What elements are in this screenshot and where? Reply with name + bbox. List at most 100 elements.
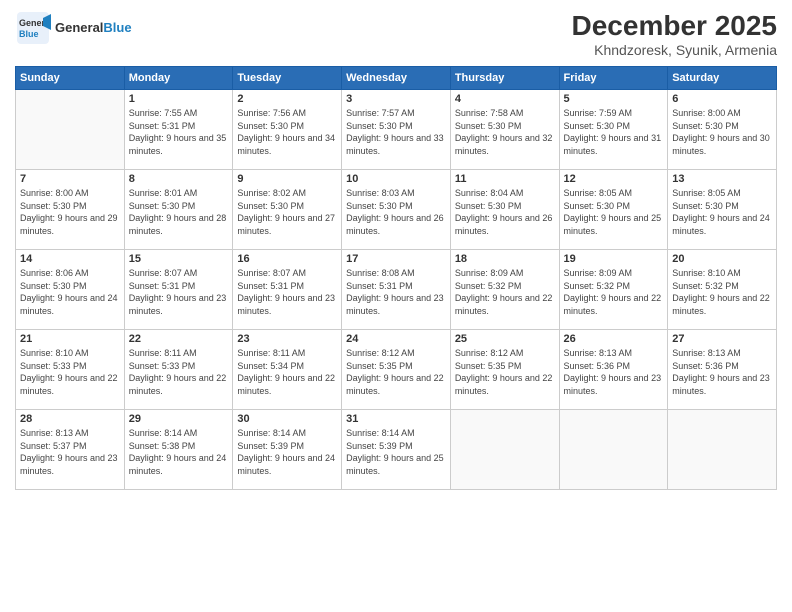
day-info: Sunrise: 8:00 AM Sunset: 5:30 PM Dayligh… — [672, 107, 772, 157]
day-number: 1 — [129, 93, 229, 105]
day-info: Sunrise: 8:13 AM Sunset: 5:36 PM Dayligh… — [672, 347, 772, 397]
day-number: 27 — [672, 333, 772, 345]
table-row: 6Sunrise: 8:00 AM Sunset: 5:30 PM Daylig… — [668, 90, 777, 170]
day-number: 20 — [672, 253, 772, 265]
day-info: Sunrise: 7:55 AM Sunset: 5:31 PM Dayligh… — [129, 107, 229, 157]
col-sunday: Sunday — [16, 67, 125, 90]
table-row: 1 Sunrise: 7:55 AM Sunset: 5:31 PM Daylig… — [124, 90, 233, 170]
calendar-week-row: 28Sunrise: 8:13 AM Sunset: 5:37 PM Dayli… — [16, 410, 777, 490]
col-monday: Monday — [124, 67, 233, 90]
day-number: 18 — [455, 253, 555, 265]
day-info: Sunrise: 8:09 AM Sunset: 5:32 PM Dayligh… — [455, 267, 555, 317]
day-number: 9 — [237, 173, 337, 185]
table-row: 18 Sunrise: 8:09 AM Sunset: 5:32 PM Dayli… — [450, 250, 559, 330]
header: General Blue GeneralBlue December 2025 K… — [15, 10, 777, 58]
table-row: 5 Sunrise: 7:59 AM Sunset: 5:30 PM Daylig… — [559, 90, 668, 170]
table-row: 26Sunrise: 8:13 AM Sunset: 5:36 PM Dayli… — [559, 330, 668, 410]
location-subtitle: Khndzoresk, Syunik, Armenia — [572, 42, 777, 58]
table-row — [668, 410, 777, 490]
day-number: 13 — [672, 173, 772, 185]
day-info: Sunrise: 8:08 AM Sunset: 5:31 PM Dayligh… — [346, 267, 446, 317]
svg-text:Blue: Blue — [19, 29, 39, 39]
day-number: 16 — [237, 253, 337, 265]
col-friday: Friday — [559, 67, 668, 90]
calendar-week-row: 1 Sunrise: 7:55 AM Sunset: 5:31 PM Daylig… — [16, 90, 777, 170]
day-info: Sunrise: 8:14 AM Sunset: 5:39 PM Dayligh… — [237, 427, 337, 477]
day-number: 3 — [346, 93, 446, 105]
day-number: 5 — [564, 93, 664, 105]
table-row: 29 Sunrise: 8:14 AM Sunset: 5:38 PM Dayli… — [124, 410, 233, 490]
calendar-table: Sunday Monday Tuesday Wednesday Thursday… — [15, 66, 777, 490]
col-saturday: Saturday — [668, 67, 777, 90]
table-row: 3 Sunrise: 7:57 AM Sunset: 5:30 PM Daylig… — [342, 90, 451, 170]
table-row: 25Sunrise: 8:12 AM Sunset: 5:35 PM Dayli… — [450, 330, 559, 410]
table-row: 19Sunrise: 8:09 AM Sunset: 5:32 PM Dayli… — [559, 250, 668, 330]
calendar-container: General Blue GeneralBlue December 2025 K… — [0, 0, 792, 612]
day-info: Sunrise: 8:11 AM Sunset: 5:34 PM Dayligh… — [237, 347, 337, 397]
calendar-week-row: 14Sunrise: 8:06 AM Sunset: 5:30 PM Dayli… — [16, 250, 777, 330]
day-info: Sunrise: 8:14 AM Sunset: 5:38 PM Dayligh… — [129, 427, 229, 477]
day-number: 30 — [237, 413, 337, 425]
table-row: 27 Sunrise: 8:13 AM Sunset: 5:36 PM Dayli… — [668, 330, 777, 410]
day-info: Sunrise: 8:13 AM Sunset: 5:36 PM Dayligh… — [564, 347, 664, 397]
table-row: 9 Sunrise: 8:02 AM Sunset: 5:30 PM Daylig… — [233, 170, 342, 250]
day-info: Sunrise: 7:58 AM Sunset: 5:30 PM Dayligh… — [455, 107, 555, 157]
day-number: 21 — [20, 333, 120, 345]
logo: General Blue GeneralBlue — [15, 10, 132, 46]
day-info: Sunrise: 8:14 AM Sunset: 5:39 PM Dayligh… — [346, 427, 446, 477]
day-info: Sunrise: 8:10 AM Sunset: 5:32 PM Dayligh… — [672, 267, 772, 317]
table-row: 17 Sunrise: 8:08 AM Sunset: 5:31 PM Dayli… — [342, 250, 451, 330]
day-number: 24 — [346, 333, 446, 345]
day-info: Sunrise: 8:04 AM Sunset: 5:30 PM Dayligh… — [455, 187, 555, 237]
logo-blue: Blue — [103, 20, 131, 35]
day-number: 7 — [20, 173, 120, 185]
day-info: Sunrise: 8:11 AM Sunset: 5:33 PM Dayligh… — [129, 347, 229, 397]
day-info: Sunrise: 7:56 AM Sunset: 5:30 PM Dayligh… — [237, 107, 337, 157]
day-info: Sunrise: 7:57 AM Sunset: 5:30 PM Dayligh… — [346, 107, 446, 157]
day-number: 19 — [564, 253, 664, 265]
day-number: 23 — [237, 333, 337, 345]
day-number: 29 — [129, 413, 229, 425]
table-row: 23 Sunrise: 8:11 AM Sunset: 5:34 PM Dayli… — [233, 330, 342, 410]
col-thursday: Thursday — [450, 67, 559, 90]
day-info: Sunrise: 8:06 AM Sunset: 5:30 PM Dayligh… — [20, 267, 120, 317]
day-number: 28 — [20, 413, 120, 425]
calendar-week-row: 21Sunrise: 8:10 AM Sunset: 5:33 PM Dayli… — [16, 330, 777, 410]
table-row: 16Sunrise: 8:07 AM Sunset: 5:31 PM Dayli… — [233, 250, 342, 330]
col-wednesday: Wednesday — [342, 67, 451, 90]
day-info: Sunrise: 8:12 AM Sunset: 5:35 PM Dayligh… — [346, 347, 446, 397]
table-row — [559, 410, 668, 490]
day-info: Sunrise: 7:59 AM Sunset: 5:30 PM Dayligh… — [564, 107, 664, 157]
table-row: 15 Sunrise: 8:07 AM Sunset: 5:31 PM Dayli… — [124, 250, 233, 330]
table-row: 21Sunrise: 8:10 AM Sunset: 5:33 PM Dayli… — [16, 330, 125, 410]
day-number: 4 — [455, 93, 555, 105]
table-row: 8Sunrise: 8:01 AM Sunset: 5:30 PM Daylig… — [124, 170, 233, 250]
table-row: 12Sunrise: 8:05 AM Sunset: 5:30 PM Dayli… — [559, 170, 668, 250]
day-info: Sunrise: 8:00 AM Sunset: 5:30 PM Dayligh… — [20, 187, 120, 237]
day-number: 15 — [129, 253, 229, 265]
table-row — [16, 90, 125, 170]
table-row: 10Sunrise: 8:03 AM Sunset: 5:30 PM Dayli… — [342, 170, 451, 250]
day-number: 17 — [346, 253, 446, 265]
logo-icon: General Blue — [15, 10, 51, 46]
table-row: 20 Sunrise: 8:10 AM Sunset: 5:32 PM Dayli… — [668, 250, 777, 330]
col-tuesday: Tuesday — [233, 67, 342, 90]
day-info: Sunrise: 8:02 AM Sunset: 5:30 PM Dayligh… — [237, 187, 337, 237]
title-area: December 2025 Khndzoresk, Syunik, Armeni… — [572, 10, 777, 58]
table-row: 30 Sunrise: 8:14 AM Sunset: 5:39 PM Dayli… — [233, 410, 342, 490]
table-row — [450, 410, 559, 490]
table-row: 2 Sunrise: 7:56 AM Sunset: 5:30 PM Daylig… — [233, 90, 342, 170]
calendar-week-row: 7 Sunrise: 8:00 AM Sunset: 5:30 PM Daylig… — [16, 170, 777, 250]
table-row: 22 Sunrise: 8:11 AM Sunset: 5:33 PM Dayli… — [124, 330, 233, 410]
day-info: Sunrise: 8:07 AM Sunset: 5:31 PM Dayligh… — [129, 267, 229, 317]
table-row: 4 Sunrise: 7:58 AM Sunset: 5:30 PM Daylig… — [450, 90, 559, 170]
day-info: Sunrise: 8:05 AM Sunset: 5:30 PM Dayligh… — [672, 187, 772, 237]
day-number: 25 — [455, 333, 555, 345]
day-number: 22 — [129, 333, 229, 345]
table-row: 14Sunrise: 8:06 AM Sunset: 5:30 PM Dayli… — [16, 250, 125, 330]
table-row: 31Sunrise: 8:14 AM Sunset: 5:39 PM Dayli… — [342, 410, 451, 490]
day-number: 8 — [129, 173, 229, 185]
table-row: 24 Sunrise: 8:12 AM Sunset: 5:35 PM Dayli… — [342, 330, 451, 410]
day-number: 2 — [237, 93, 337, 105]
day-info: Sunrise: 8:03 AM Sunset: 5:30 PM Dayligh… — [346, 187, 446, 237]
